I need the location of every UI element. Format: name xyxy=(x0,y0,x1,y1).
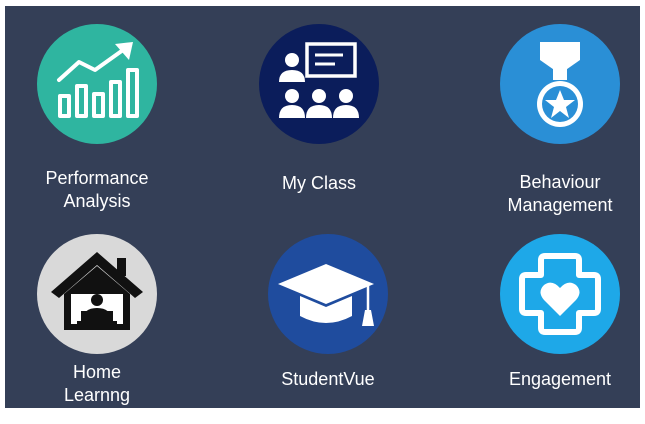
tile-studentvue[interactable]: StudentVue xyxy=(228,234,428,424)
performance-analysis-circle xyxy=(37,24,157,144)
engagement-circle xyxy=(500,234,620,354)
tile-label: Behaviour Management xyxy=(507,172,613,215)
tile-engagement[interactable]: Engagement xyxy=(460,234,645,424)
studentvue-circle xyxy=(268,234,388,354)
tile-label: Home Learnng xyxy=(63,362,131,405)
tile-label: StudentVue xyxy=(281,369,375,389)
behaviour-management-circle xyxy=(500,24,620,144)
tile-performance-analysis[interactable]: Performance Analysis xyxy=(0,20,197,211)
home-learning-circle xyxy=(37,234,157,354)
tile-behaviour-management[interactable]: Behaviour Management xyxy=(460,20,645,215)
tile-home-learning[interactable]: Home Learnng xyxy=(0,234,197,424)
tile-label: My Class xyxy=(281,173,356,193)
tile-my-class[interactable]: My Class xyxy=(219,20,419,210)
tile-label: Performance Analysis xyxy=(45,168,149,211)
my-class-circle xyxy=(259,24,379,144)
tile-label: Engagement xyxy=(508,369,612,389)
app-menu-panel: Performance Analysis My Class Behaviour … xyxy=(5,6,640,408)
